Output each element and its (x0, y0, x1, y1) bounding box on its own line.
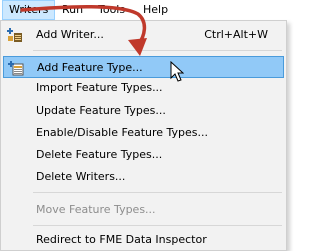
menu-item-move-feature-types: Move Feature Types... (3, 199, 284, 221)
menu-item-enable-disable-feature-types[interactable]: Enable/Disable Feature Types... (3, 122, 284, 144)
menu-item-label: Add Feature Type... (37, 61, 143, 74)
menu-item-delete-feature-types[interactable]: Delete Feature Types... (3, 144, 284, 166)
menu-item-label: Import Feature Types... (36, 81, 163, 94)
menu-item-add-feature-type[interactable]: Add Feature Type... (3, 56, 284, 78)
menu-separator (33, 192, 282, 193)
writers-dropdown-menu: Add Writer... Ctrl+Alt+W Add Feature Typ… (0, 20, 287, 251)
menu-item-shortcut: Ctrl+Alt+W (204, 28, 268, 41)
menu-bar: Writers Run Tools Help (0, 0, 291, 20)
menu-item-update-feature-types[interactable]: Update Feature Types... (3, 100, 284, 122)
menu-item-add-writer[interactable]: Add Writer... Ctrl+Alt+W (3, 24, 284, 46)
menu-item-label: Redirect to FME Data Inspector (36, 233, 207, 246)
add-writer-icon (7, 28, 22, 42)
menu-help[interactable]: Help (137, 0, 174, 20)
menu-separator (33, 225, 282, 226)
menu-writers[interactable]: Writers (2, 0, 56, 20)
menu-item-label: Move Feature Types... (36, 203, 156, 216)
menu-item-label: Add Writer... (36, 28, 104, 41)
menu-separator (33, 50, 282, 51)
add-feature-type-icon (8, 61, 24, 76)
menu-item-label: Update Feature Types... (36, 104, 166, 117)
mouse-pointer-icon (170, 61, 184, 82)
menu-item-label: Enable/Disable Feature Types... (36, 126, 209, 139)
menu-item-label: Delete Feature Types... (36, 148, 163, 161)
menu-item-label: Delete Writers... (36, 170, 126, 183)
menu-item-import-feature-types[interactable]: Import Feature Types... (3, 77, 284, 99)
menu-item-redirect-to-data-inspector[interactable]: Redirect to FME Data Inspector (3, 229, 284, 251)
menu-item-delete-writers[interactable]: Delete Writers... (3, 166, 284, 188)
menu-run[interactable]: Run (56, 0, 89, 20)
menu-tools[interactable]: Tools (92, 0, 131, 20)
